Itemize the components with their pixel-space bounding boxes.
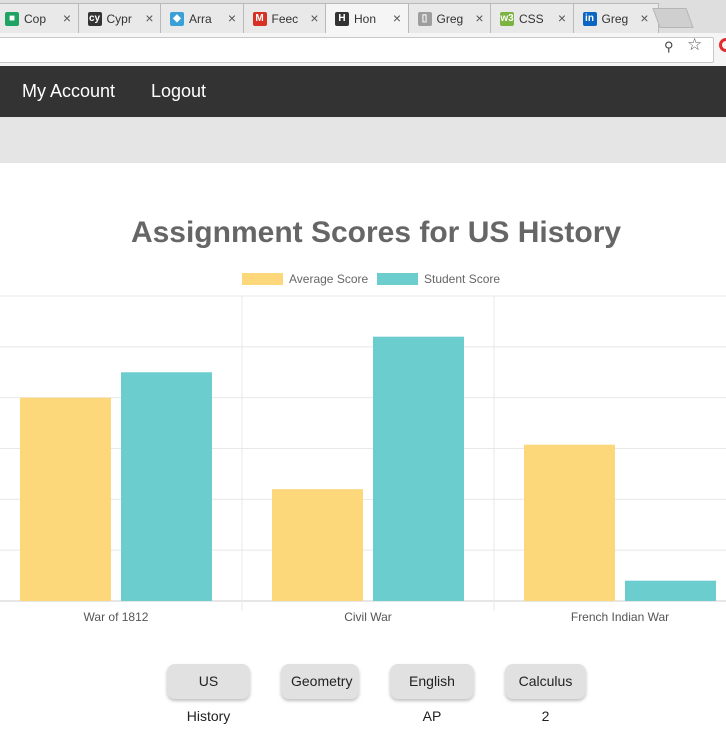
chart-title: Assignment Scores for US History bbox=[130, 216, 622, 249]
browser-tab-title: Arra bbox=[189, 12, 212, 26]
browser-tab-title: CSS bbox=[519, 12, 544, 26]
bar-student bbox=[121, 372, 212, 601]
browser-tab[interactable]: ■ Cop × bbox=[0, 3, 81, 33]
bar-student bbox=[625, 580, 716, 601]
browser-tab-title: Cypr bbox=[106, 12, 132, 26]
address-bar-row: ⚲ ☆ bbox=[0, 33, 726, 67]
close-tab-icon[interactable]: × bbox=[393, 10, 401, 26]
legend-swatch-student bbox=[377, 273, 418, 285]
close-tab-icon[interactable]: × bbox=[145, 10, 153, 26]
legend-label-average: Average Score bbox=[289, 272, 369, 286]
sub-header-bar bbox=[0, 117, 726, 163]
browser-tab[interactable]: M Feec × bbox=[242, 3, 329, 33]
close-tab-icon[interactable]: × bbox=[475, 10, 483, 26]
close-tab-icon[interactable]: × bbox=[310, 10, 318, 26]
browser-tab[interactable]: H Hon × bbox=[325, 3, 411, 33]
new-tab-button[interactable] bbox=[652, 8, 694, 28]
legend-label-student: Student Score bbox=[424, 272, 501, 286]
browser-tab-title: Greg bbox=[436, 12, 464, 26]
close-tab-icon[interactable]: × bbox=[558, 10, 566, 26]
browser-tab[interactable]: cy Cypr × bbox=[77, 3, 164, 33]
course-button-calculus-2[interactable]: Calculus 2 bbox=[505, 664, 586, 724]
legend-swatch-average bbox=[242, 273, 283, 285]
address-input[interactable] bbox=[0, 37, 714, 63]
close-tab-icon[interactable]: × bbox=[63, 10, 71, 26]
site-navbar: My Account Logout bbox=[0, 66, 726, 117]
browser-tab-title: Hon bbox=[354, 12, 377, 26]
browser-tab[interactable]: ◆ Arra × bbox=[160, 3, 246, 33]
extension-icon[interactable] bbox=[719, 38, 726, 52]
bookmark-star-icon[interactable]: ☆ bbox=[687, 35, 702, 55]
browser-tab[interactable]: in Greg × bbox=[572, 3, 659, 33]
bar-average bbox=[272, 489, 363, 601]
browser-tab-title: Greg bbox=[601, 12, 629, 26]
browser-tab-title: Feec bbox=[271, 12, 299, 26]
gmail-icon: M bbox=[252, 12, 267, 26]
key-icon[interactable]: ⚲ bbox=[664, 39, 674, 55]
close-tab-icon[interactable]: × bbox=[640, 10, 648, 26]
browser-tab-strip: ■ Cop × cy Cypr × ◆ Arra × M Feec × H Hon × ▯ Greg × w3 CSS… bbox=[0, 0, 726, 33]
x-tick-label: French Indian War bbox=[571, 610, 669, 624]
browser-tab[interactable]: ▯ Greg × bbox=[407, 3, 494, 33]
green-doc-icon: ■ bbox=[5, 12, 19, 26]
course-button-us-history[interactable]: US History bbox=[167, 664, 250, 724]
bar-student bbox=[373, 336, 464, 601]
x-tick-label: Civil War bbox=[344, 610, 392, 624]
x-tick-label: War of 1812 bbox=[84, 610, 149, 624]
duck-icon: ◆ bbox=[170, 12, 184, 26]
bar-average bbox=[524, 444, 615, 601]
linkedin-icon: in bbox=[582, 12, 597, 26]
bar-average bbox=[20, 397, 111, 601]
browser-tab-title: Cop bbox=[24, 12, 47, 26]
browser-tab[interactable]: w3 CSS × bbox=[490, 3, 576, 33]
w3-icon: w3 bbox=[500, 12, 514, 26]
heroku-h-icon: H bbox=[335, 12, 349, 26]
course-button-english-ap[interactable]: English AP bbox=[390, 664, 474, 724]
chart-legend: Average Score Student Score bbox=[0, 271, 726, 289]
cypress-icon: cy bbox=[87, 12, 102, 26]
course-button-geometry[interactable]: Geometry bbox=[281, 664, 359, 699]
my-account-link[interactable]: My Account bbox=[22, 81, 115, 102]
close-tab-icon[interactable]: × bbox=[228, 10, 236, 26]
bar-chart: War of 1812 Civil War French Indian War bbox=[0, 295, 726, 624]
logout-link[interactable]: Logout bbox=[151, 81, 206, 102]
document-icon: ▯ bbox=[417, 12, 432, 26]
